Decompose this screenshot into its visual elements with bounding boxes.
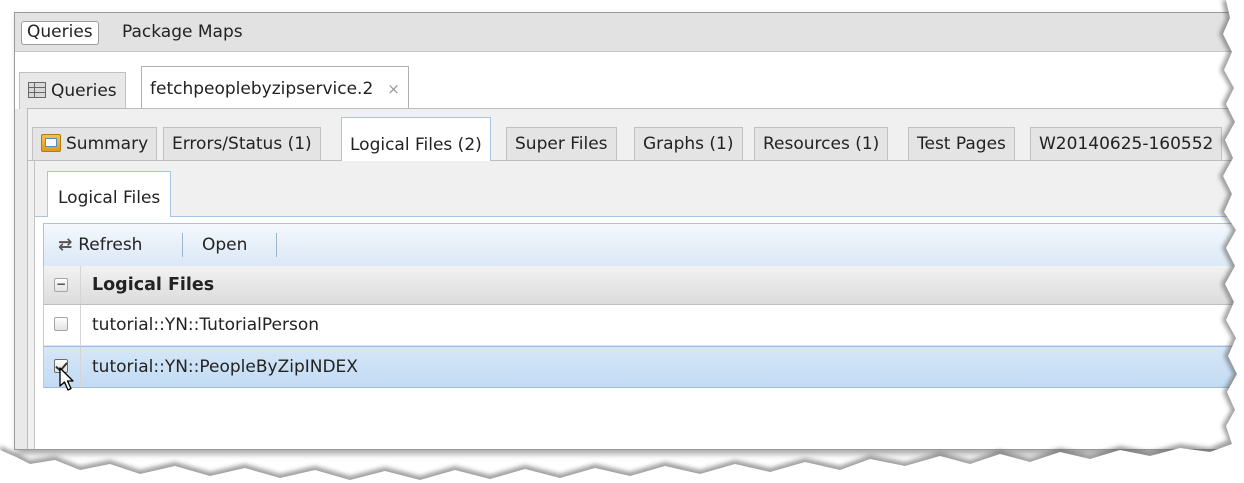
row-checkbox[interactable] <box>54 317 68 331</box>
tab-queries-label: Queries <box>51 81 117 101</box>
logical-file-name: tutorial::YN::TutorialPerson <box>92 315 319 335</box>
logical-files-panel: Logical Files ⇄ Refresh Open − Logical Fi… <box>34 161 1244 449</box>
grid-toolbar: ⇄ Refresh Open <box>43 223 1244 267</box>
tab-label: fetchpeoplebyzipservice.2 <box>150 79 374 99</box>
tab-super-files[interactable]: Super Files <box>506 127 617 160</box>
refresh-button[interactable]: ⇄ Refresh <box>52 224 148 266</box>
tab-graphs[interactable]: Graphs (1) <box>634 127 743 160</box>
tab-summary-label: Summary <box>66 134 149 154</box>
tab-resources[interactable]: Resources (1) <box>754 127 889 160</box>
row-select-cell <box>44 305 81 345</box>
grid-header: − Logical Files <box>44 266 1244 305</box>
open-button[interactable]: Open <box>196 224 253 266</box>
grid-icon <box>28 82 46 98</box>
workunit-pane: Summary Errors/Status (1) Logical Files … <box>27 108 1244 449</box>
toolbar-divider <box>182 233 183 257</box>
tab-test-pages[interactable]: Test Pages <box>908 127 1015 160</box>
app-window: Queries Package Maps Queries fetchpeople… <box>14 12 1244 450</box>
tab-summary[interactable]: Summary <box>32 127 158 160</box>
select-all-checkbox[interactable]: − <box>54 278 68 292</box>
subtab-logical-files[interactable]: Logical Files <box>47 171 172 217</box>
tab-workunit-id[interactable]: W20140625-160552 <box>1030 127 1223 160</box>
outer-tab-strip: Queries fetchpeoplebyzipservice.2 × <box>15 52 1244 110</box>
table-row[interactable]: tutorial::YN::PeopleByZipINDEX <box>44 346 1244 391</box>
refresh-icon: ⇄ <box>58 235 73 255</box>
toolbar-divider <box>276 233 277 257</box>
logical-files-grid: − Logical Files tutorial::YN::TutorialPe… <box>43 266 1244 391</box>
tab-logical-files[interactable]: Logical Files (2) <box>341 117 491 161</box>
tab-queries[interactable]: Queries <box>19 72 126 109</box>
menu-package-maps[interactable]: Package Maps <box>117 21 248 43</box>
detail-tab-strip: Summary Errors/Status (1) Logical Files … <box>28 109 1244 161</box>
column-header-logical-files[interactable]: Logical Files <box>92 266 214 304</box>
table-row[interactable]: tutorial::YN::TutorialPerson <box>44 305 1244 346</box>
row-select-cell <box>44 347 81 391</box>
logical-file-name: tutorial::YN::PeopleByZipINDEX <box>92 357 358 377</box>
menu-queries[interactable]: Queries <box>21 21 99 45</box>
tab-errors-status[interactable]: Errors/Status (1) <box>163 127 321 160</box>
logical-files-tab-strip: Logical Files <box>35 161 1244 217</box>
close-icon[interactable]: × <box>387 80 400 98</box>
mouse-pointer-icon <box>59 367 74 391</box>
tab-fetchpeoplebyzipservice[interactable]: fetchpeoplebyzipservice.2 × <box>141 66 409 110</box>
summary-icon <box>41 134 61 152</box>
refresh-label: Refresh <box>78 235 143 255</box>
select-column-header: − <box>44 266 81 304</box>
top-menu-bar: Queries Package Maps <box>15 13 1244 52</box>
